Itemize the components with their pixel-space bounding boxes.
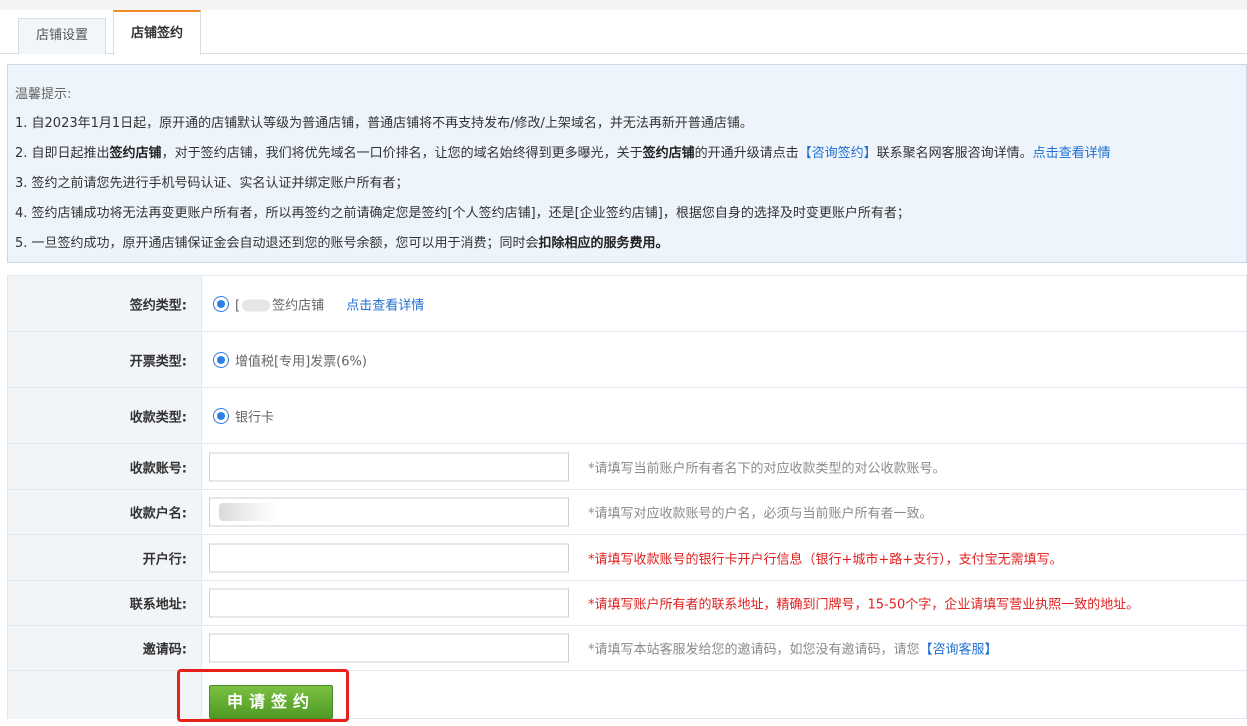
row-invoice-type: 开票类型: 增值税[专用]发票(6%) — [8, 332, 1246, 388]
row-account-name: 收款户名: *请填写对应收款账号的户名，必须与当前账户所有者一致。 — [8, 490, 1246, 535]
consult-service-link[interactable]: 【咨询客服】 — [920, 643, 998, 658]
bank-input[interactable] — [209, 543, 569, 572]
label-cell: 联系地址: — [8, 581, 202, 625]
notice-line-2-text-a: 2. 自即日起推出 — [15, 146, 110, 161]
invite-code-label: 邀请码: — [142, 642, 187, 658]
notice-line-5-bold: 扣除相应的服务费用。 — [538, 236, 669, 251]
row-submit: 申请签约 — [8, 671, 1246, 719]
invite-code-hint-text: *请填写本站客服发给您的邀请码，如您没有邀请码，请您 — [588, 642, 920, 658]
account-name-hint: *请填写对应收款账号的户名，必须与当前账户所有者一致。 — [588, 506, 933, 522]
row-sign-type: 签约类型: [ 签约店铺 点击查看详情 — [8, 276, 1246, 332]
notice-line-1: 1. 自2023年1月1日起，原开通的店铺默认等级为普通店铺，普通店铺将不再支持… — [15, 116, 753, 131]
label-cell: 收款账号: — [8, 444, 202, 489]
notice-line-4: 4. 签约店铺成功将无法再变更账户所有者，所以再签约之前请确定您是签约[个人签约… — [15, 206, 910, 221]
notice-line-2-bold-a: 签约店铺 — [109, 146, 162, 161]
tab-bar: 店铺设置 店铺签约 — [0, 10, 1247, 55]
tab-store-signing[interactable]: 店铺签约 — [113, 10, 201, 55]
payee-type-radio[interactable] — [213, 407, 229, 424]
invoice-type-radio[interactable] — [213, 351, 229, 368]
label-cell: 邀请码: — [8, 626, 202, 670]
notice-line-2-text-c: ，对于签约店铺，我们将优先域名一口价排名，让您的域名始终得到更多曝光，关于 — [161, 146, 643, 161]
notice-line-2: 2. 自即日起推出签约店铺，对于签约店铺，我们将优先域名一口价排名，让您的域名始… — [15, 142, 1111, 161]
notice-line-2-bold-d: 签约店铺 — [642, 146, 695, 161]
consult-signing-link[interactable]: 【咨询签约】 — [799, 146, 877, 161]
label-cell: 开户行: — [8, 535, 202, 580]
row-address: 联系地址: *请填写账户所有者的联系地址，精确到门牌号，15-50个字，企业请填… — [8, 581, 1246, 626]
redacted-account-name — [219, 503, 279, 521]
payee-type-label: 收款类型: — [129, 410, 187, 425]
notice-title: 温馨提示: — [15, 87, 72, 102]
sign-type-detail-link[interactable]: 点击查看详情 — [346, 298, 424, 313]
row-account-number: 收款账号: *请填写当前账户所有者名下的对应收款类型的对公收款账号。 — [8, 444, 1246, 490]
sign-type-option: [ 签约店铺 点击查看详情 — [235, 294, 424, 313]
bank-label: 开户行: — [142, 552, 187, 567]
notice-line-5-text: 5. 一旦签约成功，原开通店铺保证金会自动退还到您的账号余额，您可以用于消费；同… — [15, 236, 539, 251]
notice-panel: 温馨提示: 1. 自2023年1月1日起，原开通的店铺默认等级为普通店铺，普通店… — [7, 64, 1247, 263]
top-strip — [0, 0, 1247, 10]
invoice-type-label: 开票类型: — [129, 354, 187, 369]
notice-line-5: 5. 一旦签约成功，原开通店铺保证金会自动退还到您的账号余额，您可以用于消费；同… — [15, 232, 669, 251]
address-hint: *请填写账户所有者的联系地址，精确到门牌号，15-50个字，企业请填写营业执照一… — [588, 597, 1140, 613]
row-payee-type: 收款类型: 银行卡 — [8, 388, 1246, 444]
notice-line-2-text-e: 的开通升级请点击 — [694, 146, 799, 161]
payee-type-option: 银行卡 — [235, 410, 275, 425]
sign-type-radio[interactable] — [213, 295, 229, 312]
label-cell: 开票类型: — [8, 332, 202, 387]
tab-store-settings[interactable]: 店铺设置 — [18, 18, 106, 54]
view-details-link[interactable]: 点击查看详情 — [1033, 146, 1111, 161]
invoice-type-option: 增值税[专用]发票(6%) — [235, 354, 367, 369]
label-cell: 收款类型: — [8, 388, 202, 443]
account-number-label: 收款账号: — [129, 461, 187, 476]
redacted-text — [242, 299, 271, 312]
bank-hint: *请填写收款账号的银行卡开户行信息（银行+城市+路+支行），支付宝无需填写。 — [588, 552, 1063, 567]
account-number-input[interactable] — [209, 452, 569, 481]
address-input[interactable] — [209, 588, 569, 618]
row-invite-code: 邀请码: *请填写本站客服发给您的邀请码，如您没有邀请码，请您【咨询客服】 — [8, 626, 1246, 671]
signing-form: 签约类型: [ 签约店铺 点击查看详情 开票类型: 增值税[专用]发票(6%) 收… — [7, 275, 1247, 719]
notice-line-2-text-f: 联系聚名网客服咨询详情。 — [876, 146, 1033, 161]
sign-type-prefix: [ — [235, 298, 241, 313]
sign-type-suffix: 签约店铺 — [272, 298, 325, 313]
label-cell — [8, 671, 202, 719]
address-label: 联系地址: — [129, 597, 187, 613]
sign-type-label: 签约类型: — [129, 298, 187, 313]
label-cell: 签约类型: — [8, 276, 202, 331]
label-cell: 收款户名: — [8, 490, 202, 534]
invite-code-input[interactable] — [209, 633, 569, 663]
apply-signing-button[interactable]: 申请签约 — [209, 685, 333, 719]
invite-code-hint: *请填写本站客服发给您的邀请码，如您没有邀请码，请您【咨询客服】 — [588, 639, 998, 658]
row-bank: 开户行: *请填写收款账号的银行卡开户行信息（银行+城市+路+支行），支付宝无需… — [8, 535, 1246, 581]
account-name-label: 收款户名: — [129, 506, 187, 522]
account-number-hint: *请填写当前账户所有者名下的对应收款类型的对公收款账号。 — [588, 461, 946, 476]
notice-line-3: 3. 签约之前请您先进行手机号码认证、实名认证并绑定账户所有者； — [15, 176, 409, 191]
